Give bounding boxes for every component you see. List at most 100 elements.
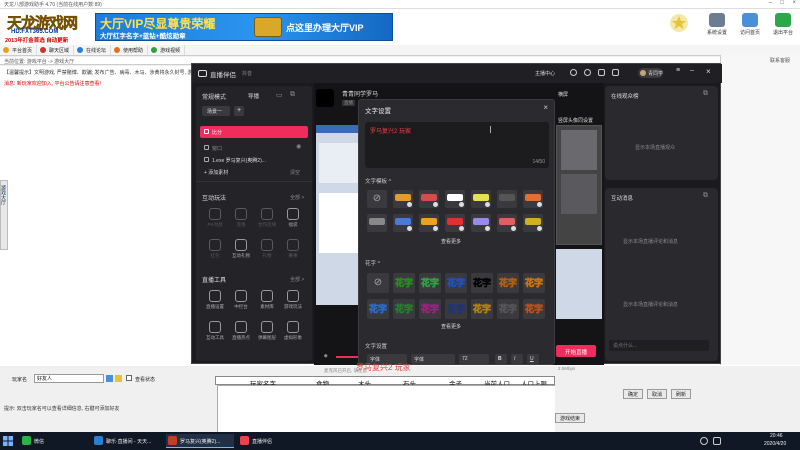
side-tab-lobby[interactable]: 游戏大厅 [0,180,8,250]
scene-tab[interactable]: 场景一 [202,106,230,116]
exit-platform-button[interactable]: 退出平台 [768,9,798,45]
avatar-tile[interactable]: 虚拟形象 [282,321,304,347]
close-icon[interactable]: × [706,67,711,76]
lucky-bag-tile[interactable]: 福袋 [282,208,304,234]
external-icon[interactable]: ⧉ [703,192,708,200]
game-play-tile[interactable]: 游戏玩法 [282,290,304,316]
text-input[interactable]: 罗马复兴2 玩家 14/50 [365,122,549,168]
template-more-link[interactable]: 查看更多 [441,238,461,245]
taskbar-item-wechat[interactable]: 微信 [20,434,70,448]
taskbar-item-game[interactable]: 罗马复兴(奥腾2)... [166,434,234,448]
source-item[interactable]: 窗口 ◉ [200,142,308,153]
template-swatch[interactable] [445,190,465,208]
tab-home[interactable]: 平台首页 [0,45,38,55]
visit-home-button[interactable]: 访问首页 [735,9,765,45]
no-style-icon[interactable]: ⊘ [367,273,389,293]
start-icon[interactable] [2,435,14,447]
hotspot-tile[interactable]: 直播热点 [230,321,252,347]
style-tile[interactable]: 花字 [419,273,441,293]
template-swatch[interactable] [445,214,465,232]
source-item-active[interactable]: 比分 [200,126,308,138]
visibility-icon[interactable]: ◉ [296,143,301,150]
template-swatch[interactable] [523,190,543,208]
style-tile[interactable]: 花字 [445,299,467,319]
mic-icon[interactable]: ⏺ [324,353,328,361]
confirm-button[interactable]: 确定 [623,389,643,399]
link-tile[interactable]: 连线 [230,208,252,234]
red-packet-tile[interactable]: 红包 [204,239,226,265]
external-icon[interactable]: ⧉ [290,91,295,99]
live-settings-tile[interactable]: 直播设置 [204,290,226,316]
network-icon[interactable] [700,437,708,445]
clear-sources-button[interactable]: 清空 [290,169,300,176]
style-tile[interactable]: 花字 [523,299,545,319]
volume-icon[interactable] [713,437,721,445]
record-icon[interactable] [570,69,577,76]
mode-select[interactable]: 常规模式 [202,92,226,101]
add-source-button[interactable]: + 添加素材 [204,169,228,176]
mail-icon[interactable] [598,69,605,76]
mic-volume-slider[interactable] [336,356,360,358]
tab-chat[interactable]: 聊天区域 [37,45,75,55]
external-icon[interactable]: ⧉ [703,90,708,98]
interactive-gift-tile[interactable]: 互动礼物 [230,239,252,265]
search-input[interactable] [34,374,104,383]
vip-ad-banner[interactable]: 大厅VIP尽显尊贵荣耀 大厅红字名字+蓝钻+酷炫勋章 点这里办理大厅VIP [95,13,393,41]
tab-help[interactable]: 使用帮助 [111,45,149,55]
template-swatch[interactable] [419,190,439,208]
tools-more-link[interactable]: 全部 > [290,276,304,283]
font-select[interactable]: 字体 [411,354,455,364]
gift-icon[interactable] [612,69,619,76]
view-status-checkbox[interactable] [126,375,132,381]
template-swatch[interactable] [393,190,413,208]
taskbar-item-live[interactable]: 直播伴侣 [238,434,294,448]
style-section-title[interactable]: 花字 ^ [365,259,380,267]
template-section-title[interactable]: 文字模板 ^ [365,177,391,185]
style-tile[interactable]: 花字 [497,273,519,293]
interact-more-link[interactable]: 全部 > [290,194,304,201]
chat-input[interactable] [609,340,709,351]
site-logo[interactable]: 天龙游戏网 HD.FXT365.COM 2013年打金首选 自动更新 [3,11,93,44]
tab-video[interactable]: 游戏视频 [148,45,186,55]
right-panel-tag[interactable]: 联系客服 [721,57,790,64]
style-more-link[interactable]: 查看更多 [441,323,461,330]
folder-icon[interactable] [115,375,122,382]
style-tile[interactable]: 花字 [367,299,389,319]
import-button[interactable]: 导播 [248,92,259,100]
close-icon[interactable]: × [792,0,796,6]
gift-tile[interactable]: 礼物 [256,239,278,265]
template-swatch[interactable] [471,214,491,232]
start-live-button[interactable]: 开始直播 [556,345,596,357]
template-swatch[interactable] [497,190,517,208]
style-tile[interactable]: 花字 [471,299,493,319]
underline-toggle[interactable]: U [527,354,539,364]
refresh-button[interactable]: 刷新 [671,389,691,399]
style-tile[interactable]: 花字 [471,273,493,293]
danmaku-tile[interactable]: 弹幕图层 [256,321,278,347]
add-scene-button[interactable]: + [234,106,244,116]
taskbar-item-browser[interactable]: 聊乐·直播间 - 天天... [92,434,162,448]
italic-toggle[interactable]: I [511,354,523,364]
template-swatch[interactable] [367,214,387,232]
style-tile[interactable]: 花字 [393,299,415,319]
template-swatch[interactable] [393,214,413,232]
interact-tool-tile[interactable]: 互动工具 [204,321,226,347]
event-tile[interactable]: 赛事 [282,239,304,265]
no-template-icon[interactable]: ⊘ [367,190,387,208]
style-tile[interactable]: 花字 [523,273,545,293]
minimize-icon[interactable]: – [690,67,694,74]
template-swatch[interactable] [419,214,439,232]
layout-icon[interactable]: ▭ [276,91,283,99]
tab-forum[interactable]: 在线论坛 [74,45,112,55]
template-swatch[interactable] [471,190,491,208]
style-tile[interactable]: 花字 [393,273,415,293]
user-menu[interactable]: 青同学 [638,68,663,78]
material-tile[interactable]: 素材库 [256,290,278,316]
help-icon[interactable] [584,69,591,76]
cancel-button[interactable]: 取消 [647,389,667,399]
pk-tile[interactable]: PK对战 [204,208,226,234]
close-icon[interactable]: × [543,103,548,112]
settings-icon[interactable]: ≡ [676,67,680,74]
system-settings-button[interactable]: 系统设置 [702,9,732,45]
maximize-icon[interactable]: □ [780,0,784,6]
